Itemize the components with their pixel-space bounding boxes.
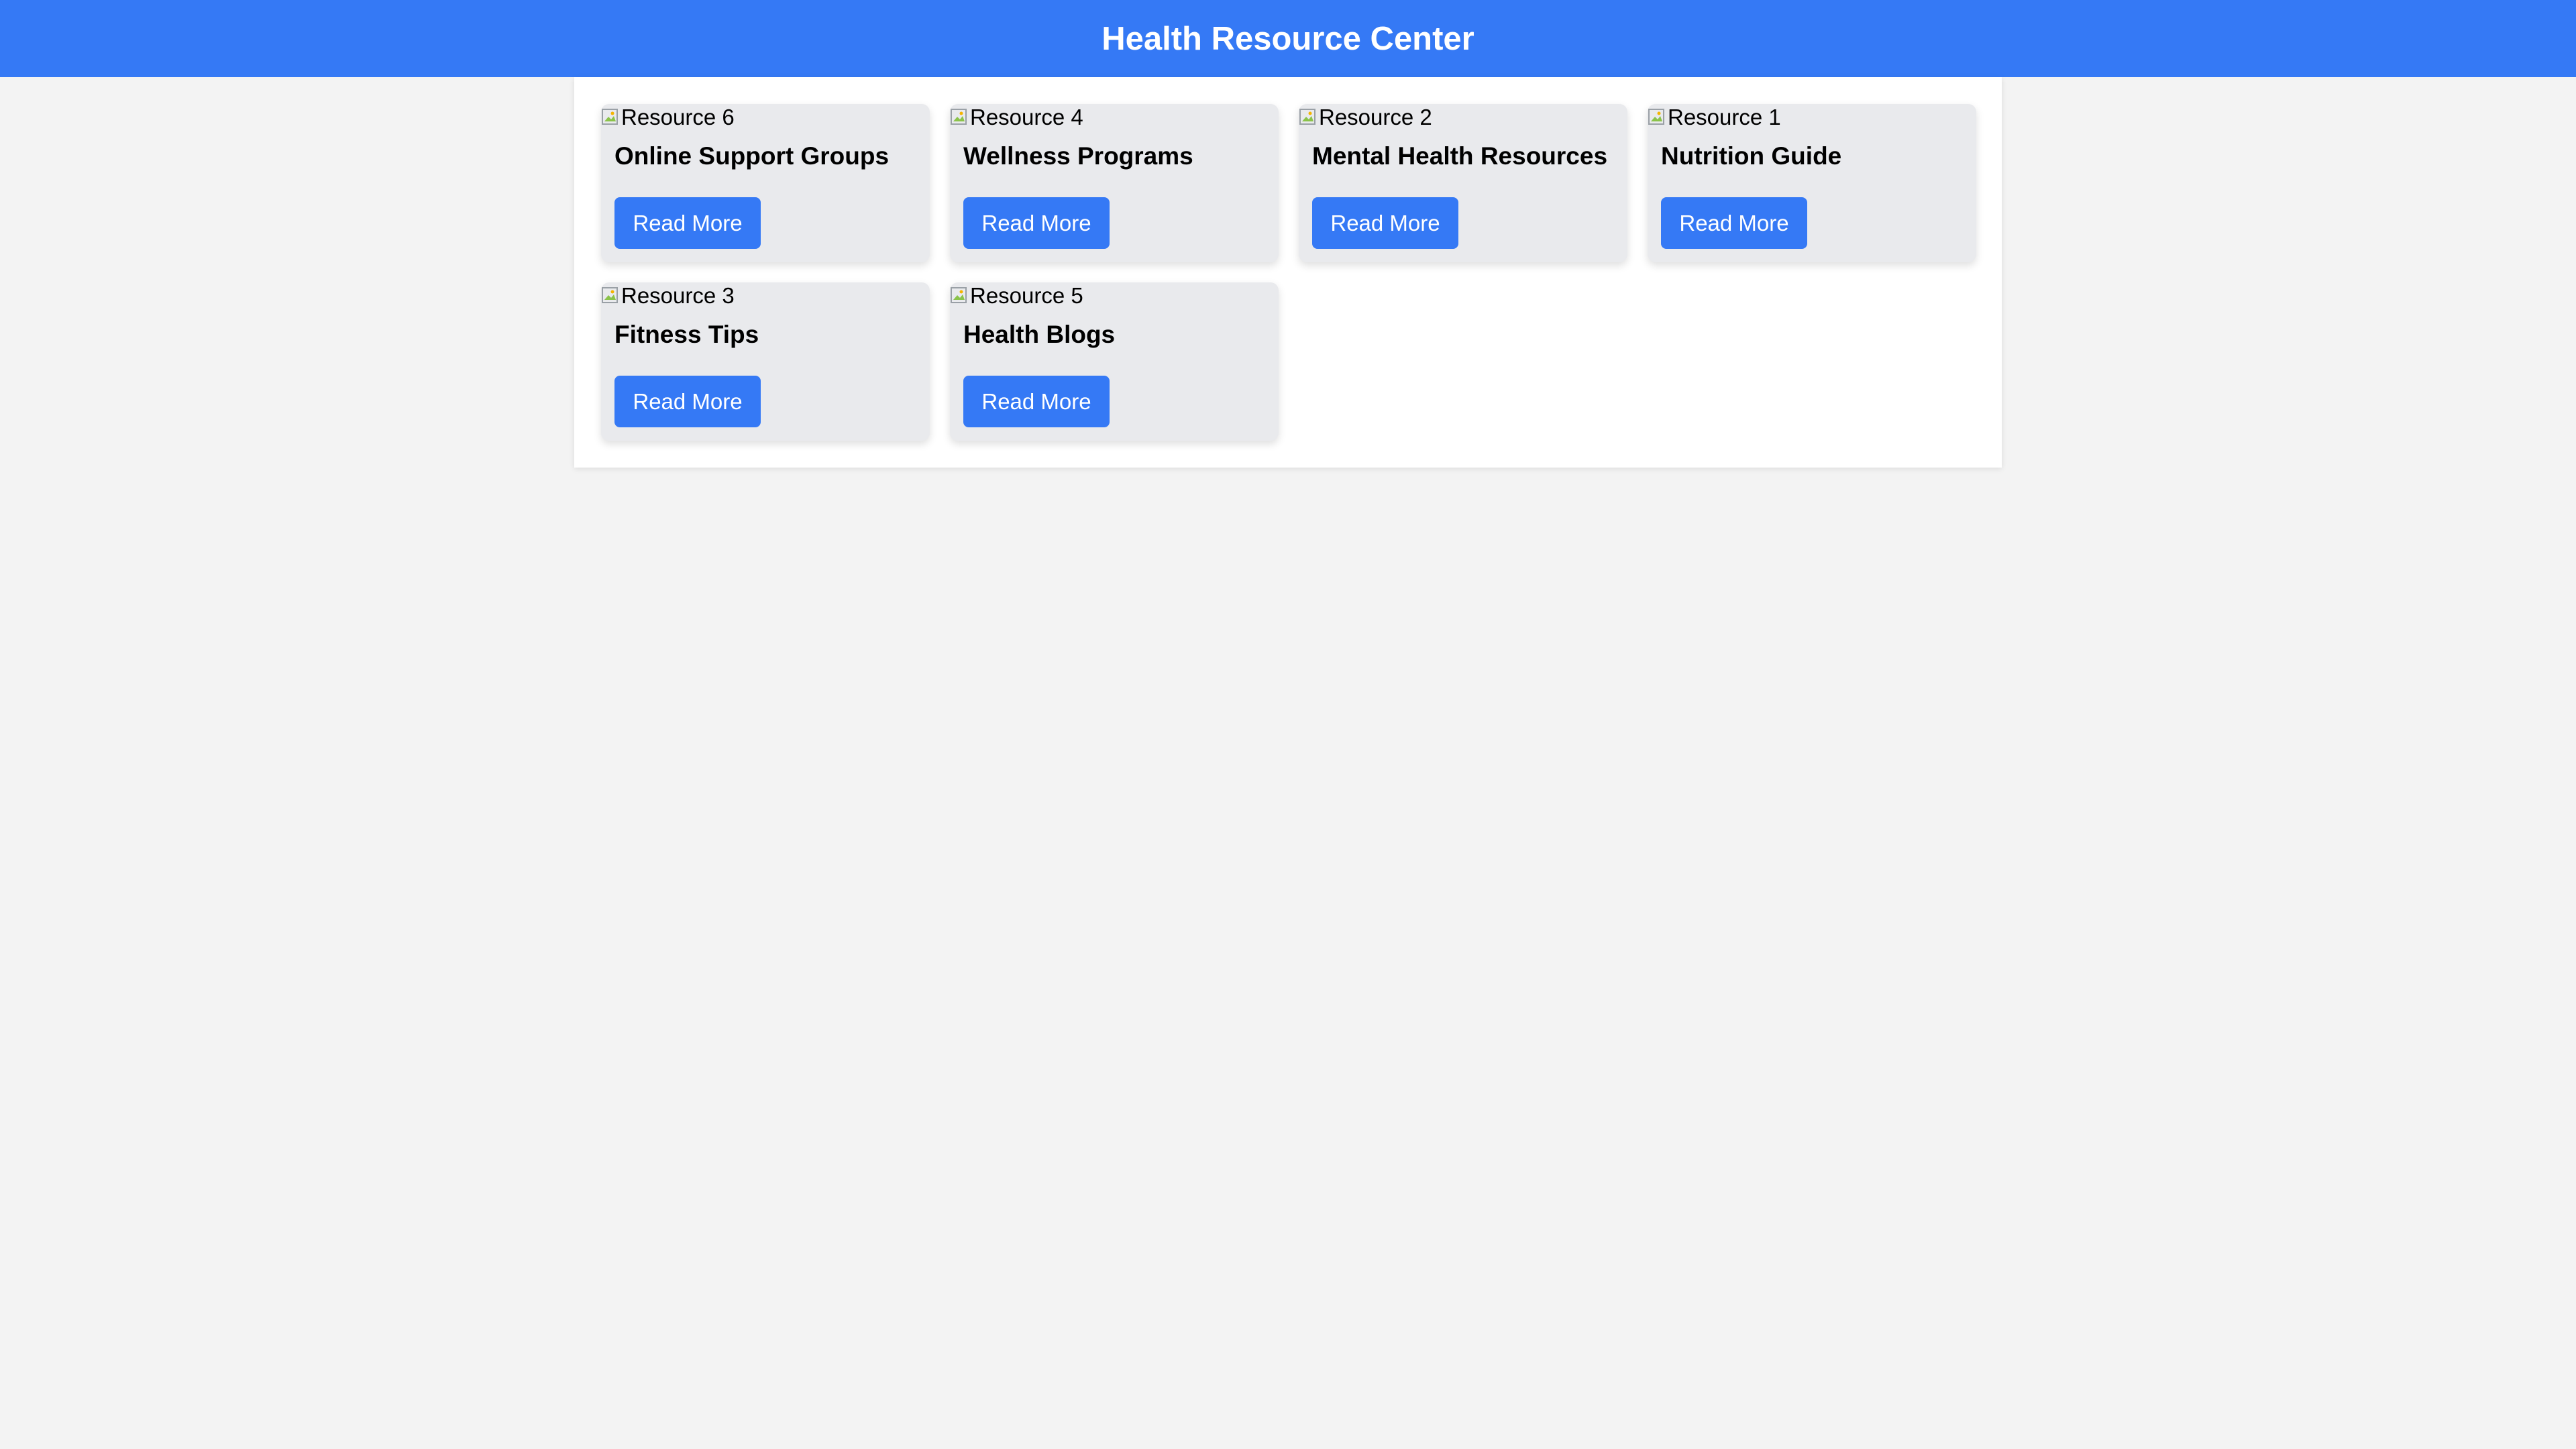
resource-title: Wellness Programs (963, 142, 1193, 170)
resource-title: Mental Health Resources (1312, 142, 1608, 170)
broken-image-icon (950, 107, 970, 127)
resource-image: Resource 4 (950, 104, 1083, 131)
resource-image-alt: Resource 4 (970, 105, 1083, 129)
resource-grid: Resource 6 Online Support Groups Read Mo… (601, 104, 1976, 441)
resource-title: Nutrition Guide (1661, 142, 1842, 170)
resource-image-alt: Resource 2 (1319, 105, 1432, 129)
resource-image-alt: Resource 6 (621, 105, 735, 129)
resource-image-alt: Resource 3 (621, 283, 735, 308)
resource-image: Resource 5 (950, 282, 1083, 309)
resource-image: Resource 3 (601, 282, 735, 309)
resource-card: Resource 3 Fitness Tips Read More (601, 282, 930, 441)
resource-title: Health Blogs (963, 321, 1116, 348)
resource-panel: Resource 6 Online Support Groups Read Mo… (574, 77, 2002, 468)
resource-card: Resource 6 Online Support Groups Read Mo… (601, 104, 930, 262)
resource-image-alt: Resource 5 (970, 283, 1083, 308)
resource-card: Resource 2 Mental Health Resources Read … (1299, 104, 1627, 262)
broken-image-icon (601, 107, 621, 127)
resource-title: Online Support Groups (614, 142, 890, 170)
broken-image-icon (601, 286, 621, 306)
broken-image-icon (1648, 107, 1668, 127)
read-more-button[interactable]: Read More (1312, 197, 1458, 249)
resource-image: Resource 1 (1648, 104, 1781, 131)
page-title: Health Resource Center (1102, 20, 1474, 57)
read-more-button[interactable]: Read More (614, 197, 761, 249)
resource-image: Resource 6 (601, 104, 735, 131)
app-header: Health Resource Center (0, 0, 2576, 77)
read-more-button[interactable]: Read More (1661, 197, 1807, 249)
read-more-button[interactable]: Read More (614, 376, 761, 427)
resource-card: Resource 5 Health Blogs Read More (950, 282, 1279, 441)
resource-title: Fitness Tips (614, 321, 759, 348)
read-more-button[interactable]: Read More (963, 376, 1110, 427)
read-more-button[interactable]: Read More (963, 197, 1110, 249)
broken-image-icon (950, 286, 970, 306)
resource-image: Resource 2 (1299, 104, 1432, 131)
resource-image-alt: Resource 1 (1668, 105, 1781, 129)
resource-card: Resource 4 Wellness Programs Read More (950, 104, 1279, 262)
broken-image-icon (1299, 107, 1319, 127)
resource-card: Resource 1 Nutrition Guide Read More (1648, 104, 1976, 262)
